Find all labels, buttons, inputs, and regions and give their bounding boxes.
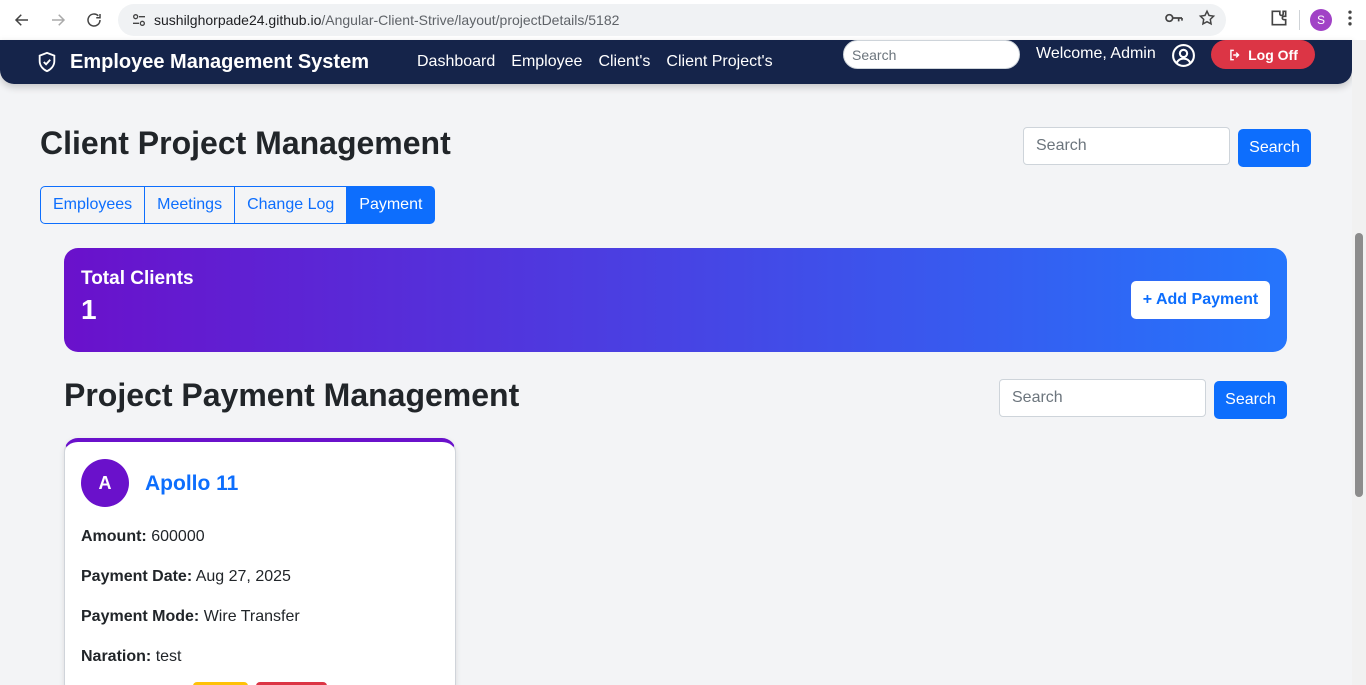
add-payment-button[interactable]: + Add Payment [1131,281,1270,319]
amount-label: Amount: [81,528,147,545]
project-search-input[interactable]: Search [1023,127,1230,165]
toolbar-separator [1299,10,1300,30]
amount-value: 600000 [151,528,205,545]
amount-field: Amount: 600000 [81,528,205,546]
password-key-icon[interactable] [1164,11,1184,30]
payment-mode-field: Payment Mode: Wire Transfer [81,608,300,626]
project-search-button[interactable]: Search [1238,129,1311,167]
payment-mode-label: Payment Mode: [81,608,200,625]
nav-link-client-projects[interactable]: Client Project's [666,53,772,71]
page-title: Client Project Management [40,125,451,161]
logoff-button[interactable]: Log Off [1211,40,1315,69]
welcome-text: Welcome, Admin [1036,45,1156,62]
reload-icon[interactable] [76,2,112,38]
tab-change-log[interactable]: Change Log [234,186,348,224]
user-circle-icon[interactable] [1171,43,1196,68]
payment-card: A Apollo 11 Amount: 600000 Payment Date:… [64,438,456,685]
total-clients-count: 1 [81,294,97,325]
naration-label: Naration: [81,648,152,665]
forward-icon[interactable] [40,2,76,38]
payment-mode-value: Wire Transfer [203,608,300,625]
logoff-label: Log Off [1248,46,1298,63]
brand[interactable]: Employee Management System [36,51,369,74]
project-tabs: Employees Meetings Change Log Payment [40,186,436,224]
payment-search-button[interactable]: Search [1214,381,1287,419]
payment-date-field: Payment Date: Aug 27, 2025 [81,568,291,586]
url-path: /Angular-Client-Strive/layout/projectDet… [321,12,620,28]
address-bar[interactable]: sushilghorpade24.github.io/Angular-Clien… [118,4,1226,36]
bookmark-star-icon[interactable] [1198,9,1216,32]
payment-search-input[interactable]: Search [999,379,1206,417]
tab-payment[interactable]: Payment [346,186,436,224]
url-text[interactable]: sushilghorpade24.github.io/Angular-Clien… [154,12,619,28]
nav-link-clients[interactable]: Client's [598,53,650,71]
nav-link-dashboard[interactable]: Dashboard [417,53,495,71]
payment-date-value: Aug 27, 2025 [195,568,291,585]
navbar-search-input[interactable]: Search [843,40,1020,69]
logout-icon [1230,49,1240,60]
scrollbar-thumb[interactable] [1355,233,1363,497]
shield-icon [38,51,56,73]
project-name[interactable]: Apollo 11 [145,472,238,496]
site-settings-icon[interactable] [124,12,154,28]
brand-title: Employee Management System [70,50,369,73]
extensions-icon[interactable] [1269,8,1289,33]
payment-date-label: Payment Date: [81,568,193,585]
app-navbar: Employee Management System Dashboard Emp… [0,40,1352,84]
browser-toolbar: sushilghorpade24.github.io/Angular-Clien… [0,0,1366,40]
section-title: Project Payment Management [64,377,520,413]
total-clients-label: Total Clients [81,268,194,289]
back-icon[interactable] [4,2,40,38]
total-clients-banner: Total Clients 1 + Add Payment [64,248,1287,352]
tab-employees[interactable]: Employees [40,186,146,224]
naration-value: test [155,648,182,665]
profile-avatar[interactable]: S [1310,9,1332,31]
nav-link-employee[interactable]: Employee [511,53,582,71]
page-scrollbar[interactable] [1352,40,1366,685]
tab-meetings[interactable]: Meetings [144,186,236,224]
url-host: sushilghorpade24.github.io [154,12,322,28]
menu-kebab-icon[interactable] [1342,8,1358,33]
naration-field: Naration: test [81,648,181,666]
project-avatar: A [81,459,129,507]
